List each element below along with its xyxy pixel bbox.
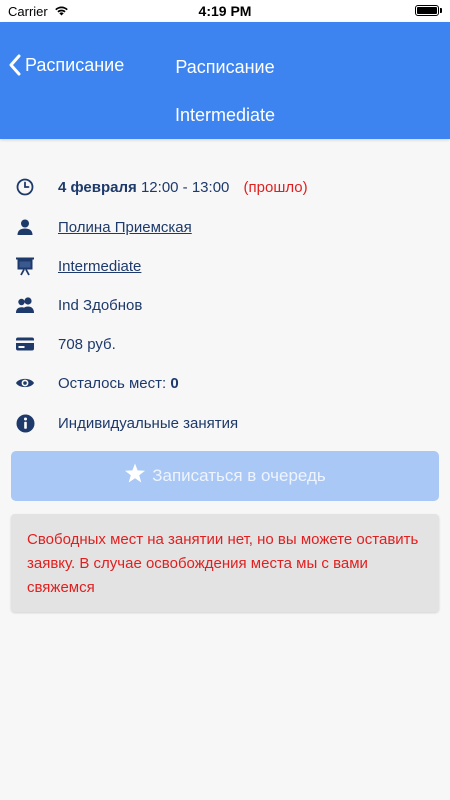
status-bar: Carrier 4:19 PM bbox=[0, 0, 450, 22]
lesson-date: 4 февраля bbox=[58, 178, 137, 196]
lesson-status: (прошло) bbox=[243, 178, 308, 196]
group-row: Ind Здобнов bbox=[0, 290, 450, 320]
lesson-type: Индивидуальные занятия bbox=[58, 414, 239, 432]
no-seats-notice: Свободных мест на занятии нет, но вы мож… bbox=[11, 514, 439, 612]
seats-row: Осталось мест: 0 bbox=[0, 368, 450, 398]
level-link[interactable]: Intermediate bbox=[58, 258, 141, 275]
join-queue-button[interactable]: Записаться в очередь bbox=[11, 451, 439, 501]
page-subtitle: Intermediate bbox=[174, 105, 276, 125]
clock-icon bbox=[15, 177, 35, 197]
join-queue-label: Записаться в очередь bbox=[152, 466, 326, 485]
price-row: 708 руб. bbox=[0, 329, 450, 359]
lesson-type-row: Индивидуальные занятия bbox=[0, 408, 450, 438]
person-icon bbox=[15, 217, 35, 237]
navigation-header: Расписание Расписание Intermediate bbox=[0, 22, 450, 139]
presentation-board-icon bbox=[15, 256, 35, 276]
teacher-row: Полина Приемская bbox=[0, 212, 450, 242]
seats-label: Осталось мест: bbox=[58, 374, 167, 392]
battery-icon bbox=[415, 5, 442, 16]
status-time: 4:19 PM bbox=[198, 3, 252, 19]
group-name: Ind Здобнов bbox=[58, 296, 143, 314]
price-value: 708 руб. bbox=[58, 335, 116, 353]
seats-text: Осталось мест: 0 bbox=[58, 375, 179, 392]
teacher-link[interactable]: Полина Приемская bbox=[58, 219, 192, 236]
seats-value: 0 bbox=[170, 374, 179, 392]
page-title: Расписание bbox=[175, 57, 275, 77]
group-icon bbox=[15, 295, 35, 315]
level-row: Intermediate bbox=[0, 251, 450, 281]
info-icon bbox=[15, 413, 35, 433]
star-icon bbox=[124, 463, 146, 489]
datetime-row: 4 февраля 12:00 - 13:00 (прошло) bbox=[0, 172, 450, 202]
datetime-text: 4 февраля 12:00 - 13:00 (прошло) bbox=[58, 179, 308, 196]
lesson-time: 12:00 - 13:00 bbox=[140, 178, 230, 196]
eye-icon bbox=[15, 373, 35, 393]
credit-card-icon bbox=[15, 334, 35, 354]
